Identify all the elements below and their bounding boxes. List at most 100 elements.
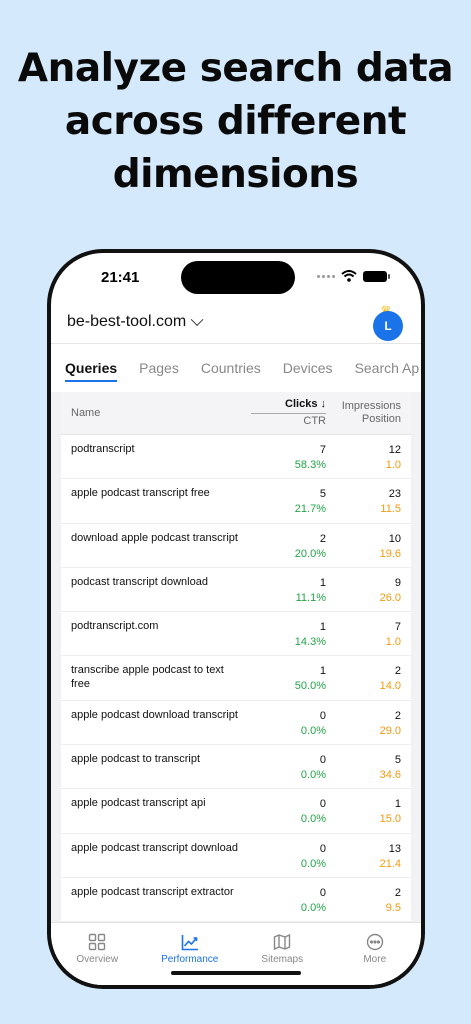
clicks-value: 1: [319, 621, 326, 634]
impressions-value: 5: [394, 754, 401, 767]
header-ctr[interactable]: CTR: [251, 415, 326, 428]
home-indicator: [171, 971, 301, 975]
table-row[interactable]: podcast transcript download 1 11.1% 9 26.0: [61, 568, 411, 613]
phone-frame: 21:41 be-best-tool.com ♛ L Queries Pages…: [47, 249, 425, 989]
impressions-value: 2: [394, 665, 401, 678]
tab-devices[interactable]: Devices: [283, 344, 333, 392]
table-row[interactable]: apple podcast transcript free 5 21.7% 23 11.…: [61, 479, 411, 524]
clicks-ctr-cell: 0 0.0%: [251, 886, 326, 921]
clicks-value: 1: [319, 665, 326, 678]
query-name: apple podcast to transcript: [71, 753, 201, 766]
table-body: podtranscript 7 58.3% 12 1.0 apple podcast tr…: [61, 435, 411, 922]
bottom-nav: Overview Performance Sitemaps More: [51, 922, 421, 985]
header-position[interactable]: Position: [326, 413, 401, 426]
position-value: 15.0: [379, 813, 401, 826]
ctr-value: 11.1%: [295, 591, 326, 604]
impressions-position-cell: 9 26.0: [326, 576, 401, 611]
nav-sitemaps-label: Sitemaps: [261, 954, 304, 965]
nav-more-label: More: [363, 954, 387, 965]
clicks-ctr-cell: 0 0.0%: [251, 797, 326, 832]
headline: Analyze search data across different dim…: [0, 42, 471, 201]
query-name: podcast transcript download: [71, 575, 208, 588]
position-value: 19.6: [379, 547, 401, 560]
table-row[interactable]: apple podcast download transcript 0 0.0% 2 2…: [61, 701, 411, 746]
clicks-value: 2: [319, 532, 326, 545]
impressions-value: 12: [388, 444, 401, 456]
header-clicks[interactable]: Clicks ↓: [251, 398, 326, 411]
clicks-ctr-cell: 0 0.0%: [251, 842, 326, 877]
dynamic-island: [181, 261, 295, 294]
position-value: 21.4: [379, 857, 401, 870]
ctr-value: 58.3%: [294, 459, 326, 471]
wifi-icon: [341, 270, 357, 282]
phone-screen: 21:41 be-best-tool.com ♛ L Queries Pages…: [51, 253, 421, 985]
position-value: 1.0: [385, 459, 401, 471]
table-row[interactable]: apple podcast transcript api 0 0.0% 1 15.0: [61, 789, 411, 834]
table-header: Name Clicks ↓ CTR Impressions Position: [61, 392, 411, 435]
table-row[interactable]: apple podcast transcript extractor 0 0.0% 2…: [61, 878, 411, 922]
impressions-position-cell: 12 1.0: [326, 443, 401, 478]
header-impressions-position[interactable]: Impressions Position: [326, 400, 401, 426]
header-name[interactable]: Name: [71, 407, 251, 419]
position-value: 9.5: [385, 901, 401, 914]
clicks-value: 0: [319, 709, 326, 722]
query-name: podtranscript.com: [71, 620, 159, 633]
impressions-value: 23: [388, 488, 401, 501]
position-value: 29.0: [379, 724, 401, 737]
position-value: 14.0: [379, 680, 401, 693]
map-icon: [274, 933, 291, 951]
ctr-value: 50.0%: [294, 680, 326, 693]
site-selector[interactable]: be-best-tool.com ♛ L: [51, 301, 421, 343]
trending-up-icon: [181, 935, 198, 951]
account-button[interactable]: ♛ L: [373, 304, 405, 341]
ctr-value: 0.0%: [300, 813, 326, 826]
clicks-value: 0: [319, 754, 326, 767]
impressions-value: 13: [388, 842, 401, 855]
ctr-value: 0.0%: [300, 724, 326, 737]
query-name: apple podcast download transcript: [71, 708, 238, 721]
query-name: apple podcast transcript extractor: [71, 885, 234, 898]
dimension-tabs: Queries Pages Countries Devices Search A…: [51, 344, 421, 392]
impressions-position-cell: 13 21.4: [326, 842, 401, 877]
query-name: transcribe apple podcast to text free: [71, 664, 224, 690]
table-row[interactable]: download apple podcast transcript 2 20.0% 1…: [61, 524, 411, 568]
clicks-value: 5: [319, 488, 326, 501]
tab-queries[interactable]: Queries: [65, 344, 118, 392]
impressions-value: 10: [388, 532, 401, 545]
table-row[interactable]: podtranscript.com 1 14.3% 7 1.0: [61, 612, 411, 657]
table-row[interactable]: apple podcast transcript download 0 0.0% 13…: [61, 834, 411, 878]
clicks-ctr-cell: 0 0.0%: [251, 753, 326, 788]
clicks-ctr-cell: 1 14.3%: [251, 620, 326, 655]
status-icons: [317, 270, 390, 282]
position-value: 1.0: [385, 636, 401, 649]
avatar: L: [373, 311, 403, 341]
table-row[interactable]: podtranscript 7 58.3% 12 1.0: [61, 435, 411, 480]
nav-sitemaps[interactable]: Sitemaps: [236, 923, 329, 985]
impressions-position-cell: 2 9.5: [326, 886, 401, 921]
tab-pages[interactable]: Pages: [139, 344, 179, 392]
query-name: download apple podcast transcript: [71, 531, 238, 544]
query-name: apple podcast transcript free: [71, 487, 210, 500]
clicks-ctr-cell: 5 21.7%: [251, 487, 326, 522]
site-name: be-best-tool.com: [67, 313, 187, 330]
impressions-value: 7: [394, 621, 401, 634]
tab-search-appearance[interactable]: Search Ap: [355, 344, 420, 392]
clicks-ctr-cell: 7 58.3%: [251, 443, 326, 478]
tab-countries[interactable]: Countries: [201, 344, 261, 392]
clicks-ctr-cell: 1 50.0%: [251, 664, 326, 699]
clicks-value: 0: [319, 798, 326, 811]
header-impressions[interactable]: Impressions: [326, 400, 401, 413]
header-clicks-ctr[interactable]: Clicks ↓ CTR: [251, 398, 326, 428]
nav-performance-label: Performance: [161, 954, 219, 965]
nav-more[interactable]: More: [329, 923, 422, 985]
table-row[interactable]: transcribe apple podcast to text free 1 50…: [61, 656, 411, 701]
query-name: apple podcast transcript download: [71, 841, 238, 854]
position-value: 11.5: [380, 503, 401, 516]
nav-overview[interactable]: Overview: [51, 923, 144, 985]
table-row[interactable]: apple podcast to transcript 0 0.0% 5 34.6: [61, 745, 411, 790]
ctr-value: 0.0%: [300, 769, 326, 782]
impressions-value: 2: [394, 709, 401, 722]
nav-performance[interactable]: Performance: [144, 923, 237, 985]
position-value: 34.6: [379, 769, 401, 782]
impressions-position-cell: 1 15.0: [326, 797, 401, 832]
